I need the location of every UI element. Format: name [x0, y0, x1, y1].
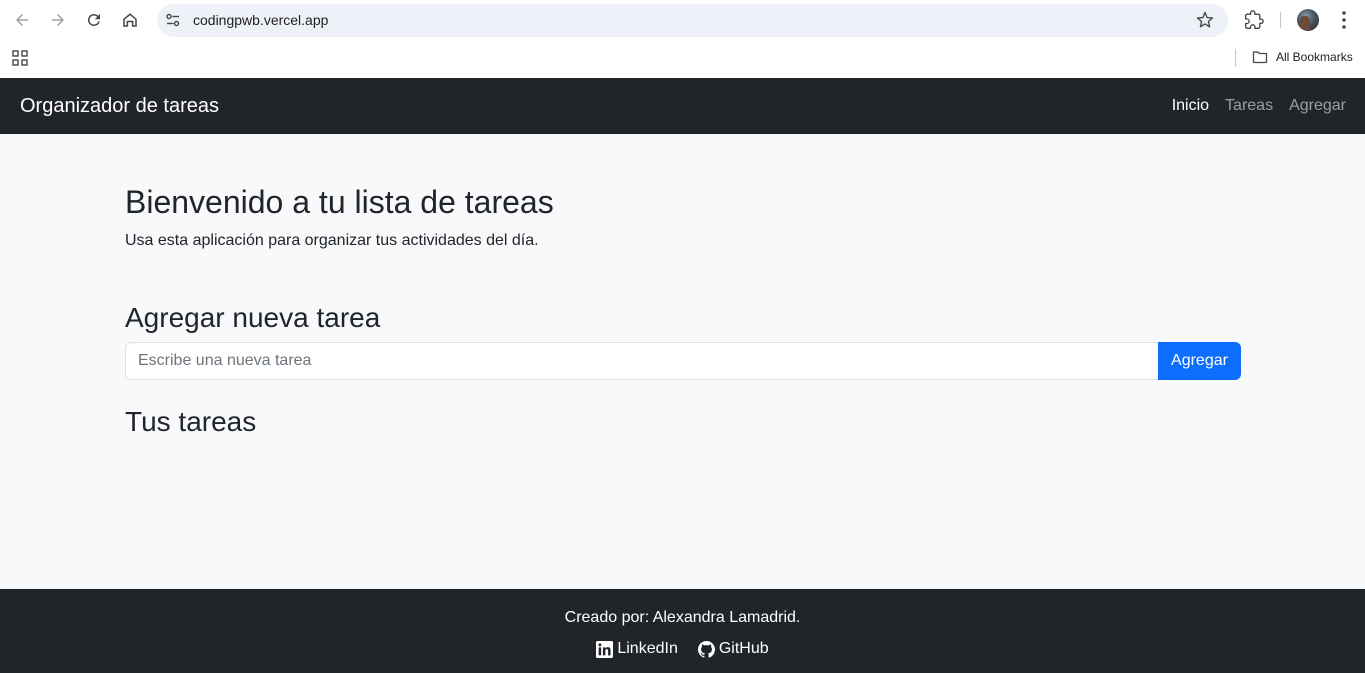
add-task-button[interactable]: Agregar: [1158, 342, 1241, 380]
site-settings-icon[interactable]: [165, 12, 181, 28]
footer-credit: Creado por: Alexandra Lamadrid.: [564, 609, 801, 626]
app-navbar: Organizador de tareas Inicio Tareas Agre…: [0, 78, 1365, 134]
home-button[interactable]: [118, 8, 142, 32]
nav-link-inicio[interactable]: Inicio: [1172, 97, 1209, 115]
all-bookmarks-button[interactable]: All Bookmarks: [1252, 49, 1353, 65]
toolbar-divider: [1280, 12, 1281, 28]
arrow-right-icon: [52, 14, 64, 26]
bookmarks-bar: All Bookmarks: [0, 40, 1365, 78]
github-icon: [697, 640, 715, 658]
add-task-form: Agregar: [125, 342, 1241, 380]
url-text[interactable]: codingpwb.vercel.app: [193, 12, 328, 28]
folder-icon: [1252, 51, 1268, 64]
navbar-links: Inicio Tareas Agregar: [1172, 97, 1346, 115]
all-bookmarks-label: All Bookmarks: [1276, 50, 1353, 64]
address-bar[interactable]: codingpwb.vercel.app: [157, 4, 1228, 37]
page-subtitle: Usa esta aplicación para organizar tus a…: [125, 232, 539, 249]
linkedin-link[interactable]: LinkedIn: [596, 640, 678, 658]
reload-icon: [87, 13, 100, 26]
add-task-heading: Agregar nueva tarea: [125, 302, 381, 333]
reload-button[interactable]: [82, 8, 106, 32]
nav-link-tareas[interactable]: Tareas: [1225, 97, 1273, 115]
home-icon: [123, 13, 137, 27]
task-list-heading: Tus tareas: [125, 406, 257, 437]
extensions-icon[interactable]: [1244, 10, 1264, 30]
navbar-brand[interactable]: Organizador de tareas: [20, 95, 219, 118]
bookmark-star-icon[interactable]: [1196, 11, 1214, 29]
page-footer: Creado por: Alexandra Lamadrid. LinkedIn…: [0, 589, 1365, 673]
linkedin-icon: [596, 640, 614, 658]
github-link[interactable]: GitHub: [697, 640, 769, 658]
apps-grid-icon[interactable]: [12, 50, 28, 66]
more-menu-icon[interactable]: [1334, 9, 1354, 31]
bookmarks-divider: [1235, 49, 1236, 67]
github-label: GitHub: [718, 640, 769, 657]
profile-avatar[interactable]: [1297, 9, 1319, 31]
nav-link-agregar[interactable]: Agregar: [1289, 97, 1346, 115]
browser-toolbar: codingpwb.vercel.app: [0, 0, 1365, 40]
linkedin-label: LinkedIn: [617, 640, 678, 657]
page-title: Bienvenido a tu lista de tareas: [125, 184, 554, 220]
back-button[interactable]: [10, 8, 34, 32]
arrow-left-icon: [16, 14, 28, 26]
forward-button[interactable]: [46, 8, 70, 32]
footer-social-links: LinkedIn GitHub: [0, 640, 1365, 658]
new-task-input[interactable]: [125, 342, 1158, 380]
